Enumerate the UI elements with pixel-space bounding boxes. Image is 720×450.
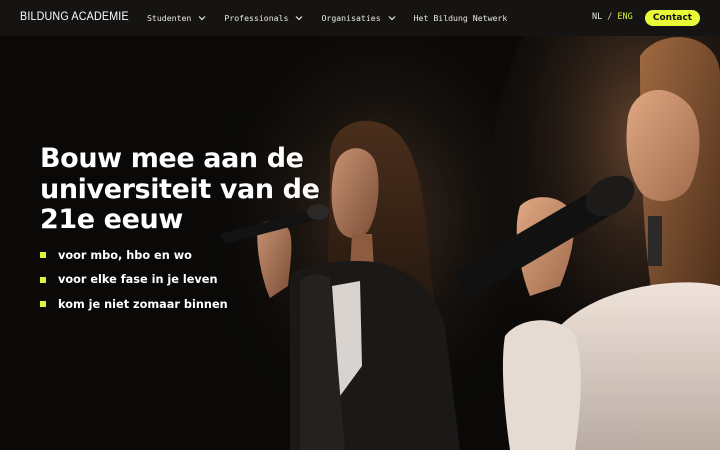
chevron-down-icon xyxy=(294,13,304,23)
main-menu: Studenten Professionals Organisaties Het… xyxy=(147,0,524,36)
bullet-text: voor elke fase in je leven xyxy=(58,273,218,287)
language-nl-link[interactable]: NL xyxy=(592,12,602,22)
menu-item-professionals[interactable]: Professionals xyxy=(224,13,304,23)
list-item: kom je niet zomaar binnen xyxy=(40,292,228,317)
list-item: voor mbo, hbo en wo xyxy=(40,243,228,268)
bullet-text: voor mbo, hbo en wo xyxy=(58,248,192,262)
contact-button[interactable]: Contact xyxy=(645,10,700,26)
square-bullet-icon xyxy=(40,301,46,308)
menu-item-bildung-netwerk[interactable]: Het Bildung Netwerk xyxy=(414,13,508,23)
chevron-down-icon xyxy=(387,13,397,23)
menu-item-label: Studenten xyxy=(147,13,192,23)
hero-bullet-list: voor mbo, hbo en wo voor elke fase in je… xyxy=(40,243,228,317)
menu-item-studenten[interactable]: Studenten xyxy=(147,13,207,23)
square-bullet-icon xyxy=(40,276,46,283)
list-item: voor elke fase in je leven xyxy=(40,268,228,293)
menu-item-label: Organisaties xyxy=(321,13,381,23)
menu-item-label: Professionals xyxy=(224,13,289,23)
menu-item-organisaties[interactable]: Organisaties xyxy=(321,13,396,23)
top-navigation: BILDUNG ACADEMIE Studenten Professionals… xyxy=(0,0,720,36)
square-bullet-icon xyxy=(40,252,46,259)
language-separator: / xyxy=(607,12,613,22)
brand-logo[interactable]: BILDUNG ACADEMIE xyxy=(20,11,129,23)
hero-section: Bouw mee aan de universiteit van de 21e … xyxy=(0,36,720,450)
language-eng-link[interactable]: ENG xyxy=(617,12,632,22)
hero-headline: Bouw mee aan de universiteit van de 21e … xyxy=(40,143,320,235)
bullet-text: kom je niet zomaar binnen xyxy=(58,297,228,311)
chevron-down-icon xyxy=(197,13,207,23)
menu-item-label: Het Bildung Netwerk xyxy=(413,13,508,23)
language-switcher: NL / ENG xyxy=(592,12,633,22)
